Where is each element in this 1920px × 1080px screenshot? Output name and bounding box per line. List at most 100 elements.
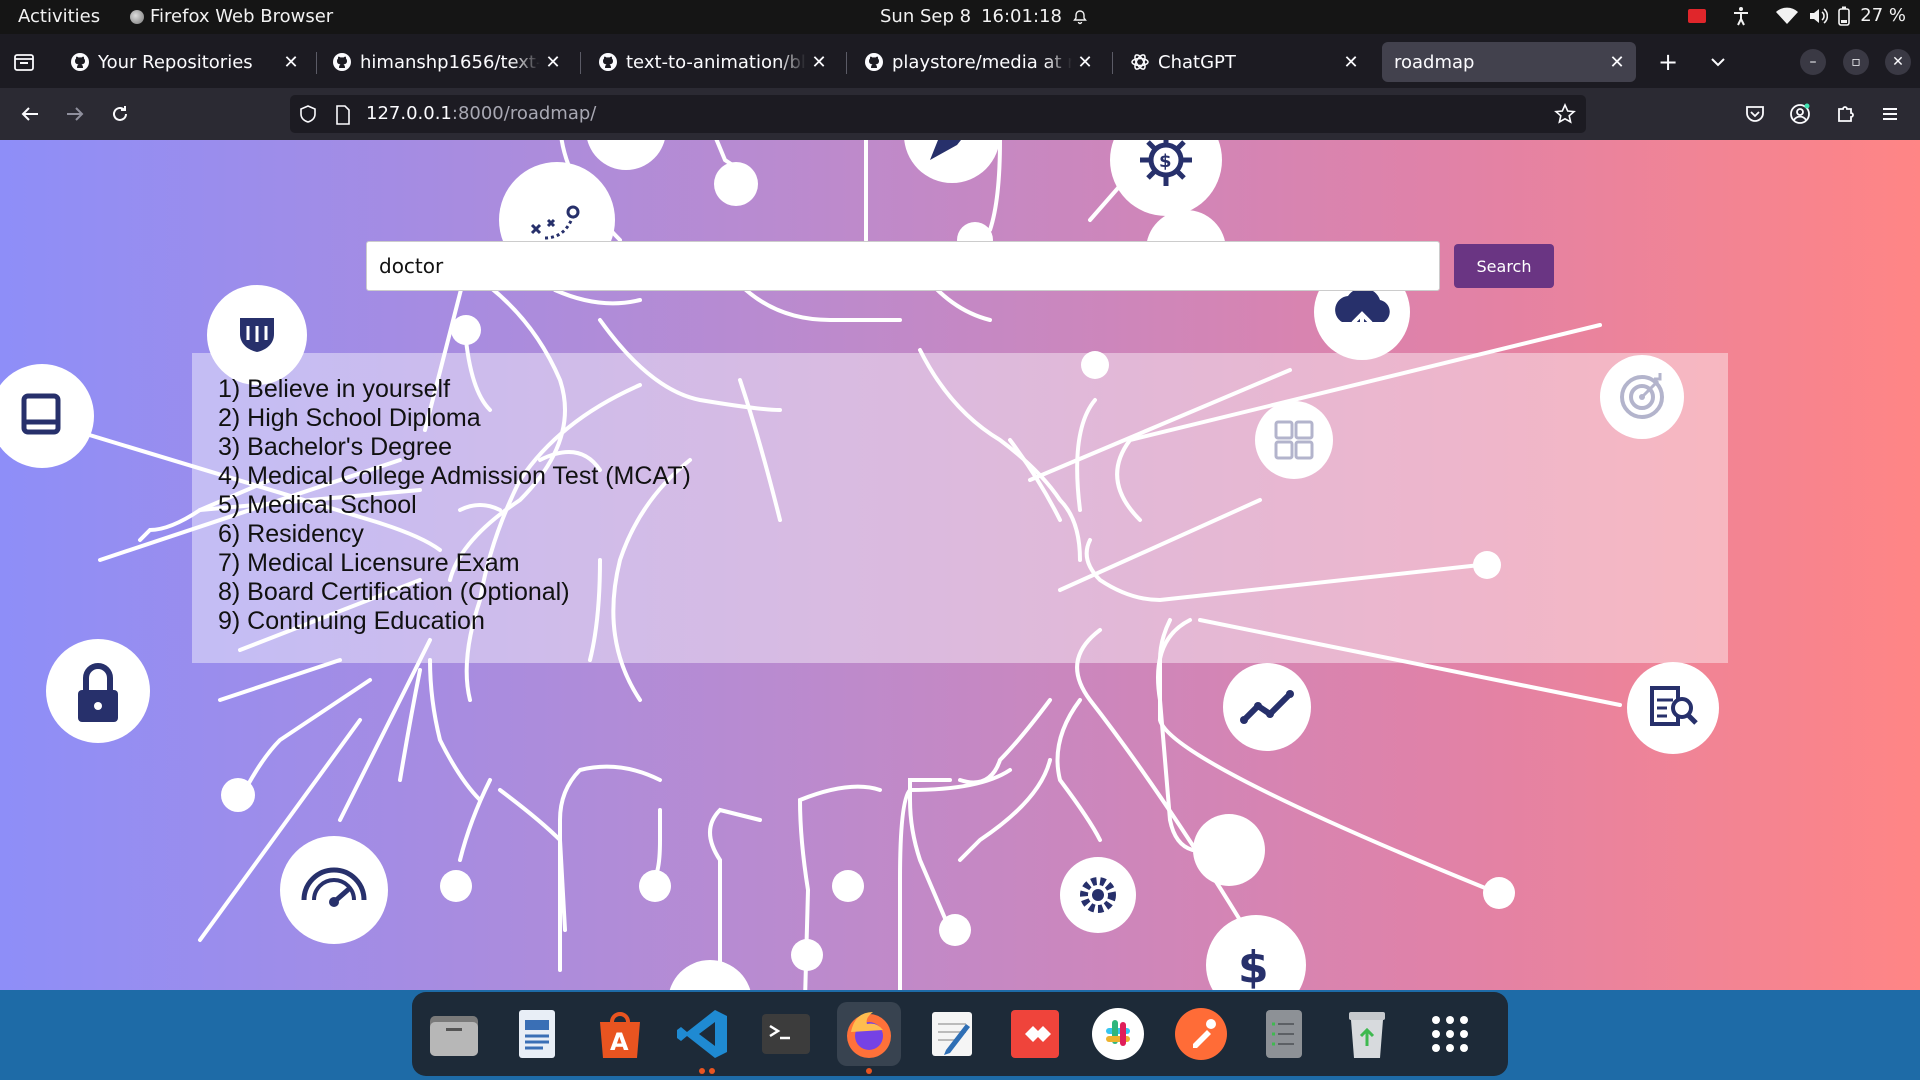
tab-separator xyxy=(1112,52,1113,74)
tracking-protection-icon[interactable] xyxy=(298,104,318,124)
tab-himanshp1656[interactable]: himanshp1656/text-to- ✕ xyxy=(320,42,572,82)
volume-icon xyxy=(1810,7,1829,24)
roadmap-step: 4) Medical College Admission Test (MCAT) xyxy=(218,462,691,490)
postman-icon[interactable] xyxy=(1169,1002,1233,1066)
slack-icon[interactable] xyxy=(1086,1002,1150,1066)
tab-title: Your Repositories xyxy=(98,51,253,73)
search-input[interactable] xyxy=(366,241,1440,291)
roadmap-step: 3) Bachelor's Degree xyxy=(218,433,453,461)
accessibility-icon[interactable] xyxy=(1732,6,1750,26)
tab-title: roadmap xyxy=(1394,51,1475,73)
clock-date: Sun Sep 8 xyxy=(880,6,972,27)
close-window-button[interactable]: ✕ xyxy=(1885,49,1911,75)
dock: A xyxy=(412,992,1508,1076)
new-tab-button[interactable]: + xyxy=(1654,48,1682,76)
app-menu[interactable]: Firefox Web Browser xyxy=(130,6,333,27)
account-icon[interactable] xyxy=(1786,100,1814,128)
text-editor-icon[interactable] xyxy=(505,1002,569,1066)
battery-percent: 27 % xyxy=(1860,5,1906,26)
url-host: 127.0.0.1 xyxy=(366,103,452,124)
menu-icon[interactable] xyxy=(1876,100,1904,128)
tab-separator xyxy=(580,52,581,74)
back-icon[interactable] xyxy=(16,100,44,128)
bg-node xyxy=(221,778,255,812)
clock[interactable]: Sun Sep 8 16:01:18 xyxy=(880,6,1088,27)
anydesk-icon[interactable] xyxy=(1003,1002,1067,1066)
roadmap-step: 7) Medical Licensure Exam xyxy=(218,549,520,577)
forward-icon[interactable] xyxy=(61,100,89,128)
pocket-icon[interactable] xyxy=(1741,100,1769,128)
tab-close-icon[interactable]: ✕ xyxy=(1338,49,1364,75)
files-icon[interactable] xyxy=(422,1002,486,1066)
search-button[interactable]: Search xyxy=(1454,244,1554,288)
page-content: $ $ doctor Search 1) Believe in yourself… xyxy=(0,140,1920,990)
screen-record-icon[interactable] xyxy=(1688,8,1707,23)
firefox-icon[interactable] xyxy=(837,1002,901,1066)
firefox-view-icon[interactable] xyxy=(10,48,38,76)
roadmap-step: 2) High School Diploma xyxy=(218,404,481,432)
roadmap-step: 8) Board Certification (Optional) xyxy=(218,578,570,606)
tab-your-repositories[interactable]: Your Repositories ✕ xyxy=(58,42,310,82)
tab-title: himanshp1656/text-to- xyxy=(360,51,540,73)
chevron-down-icon[interactable] xyxy=(1704,48,1732,76)
bg-node xyxy=(1483,877,1515,909)
roadmap-step: 9) Continuing Education xyxy=(218,607,485,635)
minimize-button[interactable]: – xyxy=(1800,49,1826,75)
svg-text:A: A xyxy=(610,1028,629,1056)
roadmap-step: 6) Residency xyxy=(218,520,364,548)
extensions-icon[interactable] xyxy=(1831,100,1859,128)
bg-node xyxy=(791,939,823,971)
tab-close-icon[interactable]: ✕ xyxy=(806,49,832,75)
bg-node xyxy=(1193,814,1265,886)
activities-button[interactable]: Activities xyxy=(18,6,100,27)
roadmap-result-panel: 1) Believe in yourself 2) High School Di… xyxy=(192,353,1728,663)
tab-title: text-to-animation/blob/ xyxy=(626,51,806,73)
tab-close-icon[interactable]: ✕ xyxy=(1604,49,1630,75)
roadmap-step: 5) Medical School xyxy=(218,491,417,519)
app-name-label: Firefox Web Browser xyxy=(150,6,334,27)
github-icon xyxy=(71,53,89,71)
terminal-icon[interactable] xyxy=(754,1002,818,1066)
reload-icon[interactable] xyxy=(106,100,134,128)
chatgpt-icon xyxy=(1131,54,1149,70)
url-text[interactable]: 127.0.0.1:8000/roadmap/ xyxy=(366,103,596,124)
system-top-bar: Activities Firefox Web Browser Sun Sep 8… xyxy=(0,0,1920,34)
tab-roadmap[interactable]: roadmap ✕ xyxy=(1382,42,1636,82)
notes-icon[interactable] xyxy=(920,1002,984,1066)
system-tray[interactable]: 27 % xyxy=(1688,5,1906,26)
tab-close-icon[interactable]: ✕ xyxy=(1072,49,1098,75)
app-center-icon[interactable]: A xyxy=(588,1002,652,1066)
svg-text:$: $ xyxy=(1159,151,1172,172)
tab-separator xyxy=(846,52,847,74)
bg-node xyxy=(587,140,665,170)
address-bar[interactable]: 127.0.0.1:8000/roadmap/ xyxy=(290,95,1586,133)
url-path: :8000/roadmap/ xyxy=(451,103,597,124)
tab-chatgpt[interactable]: ChatGPT ✕ xyxy=(1118,42,1370,82)
bookmark-star-icon[interactable] xyxy=(1554,103,1576,125)
page-info-icon[interactable] xyxy=(334,105,352,125)
tab-strip: Your Repositories ✕ himanshp1656/text-to… xyxy=(0,34,1920,88)
roadmap-list: 1) Believe in yourself 2) High School Di… xyxy=(218,375,1702,636)
bg-node xyxy=(714,162,758,206)
running-indicator xyxy=(699,1068,705,1074)
tab-close-icon[interactable]: ✕ xyxy=(540,49,566,75)
running-indicator xyxy=(709,1068,715,1074)
navigation-toolbar: 127.0.0.1:8000/roadmap/ xyxy=(0,88,1920,140)
restore-button[interactable]: ▫ xyxy=(1843,49,1869,75)
show-apps-icon[interactable] xyxy=(1418,1002,1482,1066)
vscode-icon[interactable] xyxy=(671,1002,735,1066)
tab-text-to-animation[interactable]: text-to-animation/blob/ ✕ xyxy=(586,42,838,82)
github-icon xyxy=(333,53,351,71)
bg-node xyxy=(639,870,671,902)
system-monitor-icon[interactable] xyxy=(1252,1002,1316,1066)
tab-title: ChatGPT xyxy=(1158,51,1236,73)
bell-icon xyxy=(1073,9,1087,24)
bg-node xyxy=(440,870,472,902)
tab-separator xyxy=(316,52,317,74)
tab-playstore-media[interactable]: playstore/media at mai ✕ xyxy=(852,42,1104,82)
roadmap-step: 1) Believe in yourself xyxy=(218,375,451,403)
tab-close-icon[interactable]: ✕ xyxy=(278,49,304,75)
trash-icon[interactable] xyxy=(1335,1002,1399,1066)
firefox-small-icon xyxy=(130,9,144,24)
battery-icon xyxy=(1838,6,1851,26)
